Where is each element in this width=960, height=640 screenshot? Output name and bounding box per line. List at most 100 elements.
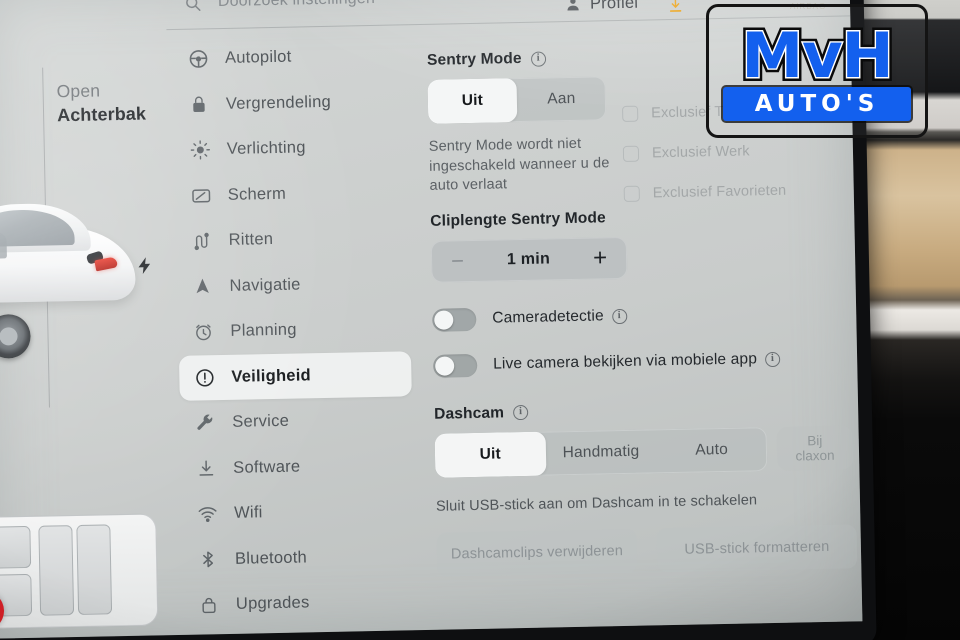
sidebar-item-label: Scherm <box>227 184 287 204</box>
dashcam-controls: Uit Handmatig Auto Bij claxon <box>434 424 856 478</box>
sidebar-item-label: Software <box>233 457 301 477</box>
dashcam-option-handmatig[interactable]: Handmatig <box>545 429 657 475</box>
dashcam-extra-line1: Bij <box>807 432 823 448</box>
wifi-icon <box>196 503 218 525</box>
dashcam-title: Dashcam <box>433 403 505 423</box>
live-camera-label: Live camera bekijken via mobiele app <box>493 350 758 373</box>
sidebar-item-label: Verlichting <box>226 138 306 159</box>
clip-length-stepper[interactable]: − 1 min + <box>430 236 628 283</box>
sidebar-item-scherm[interactable]: Scherm <box>175 169 408 219</box>
navigation-arrow-icon <box>191 275 213 297</box>
sidebar-item-ritten[interactable]: Ritten <box>176 214 409 264</box>
sidebar-item-wifi[interactable]: Wifi <box>182 487 415 537</box>
info-icon[interactable]: i <box>611 308 627 324</box>
checkbox[interactable] <box>622 105 639 122</box>
bag-icon <box>198 594 220 616</box>
lock-icon <box>188 93 210 115</box>
sidebar-item-veiligheid[interactable]: Veiligheid <box>178 350 412 401</box>
watermark-subtitle: AUTO'S <box>754 91 880 117</box>
exclusion-row-favorieten[interactable]: Exclusief Favorieten <box>623 169 854 214</box>
sidebar-item-label: Upgrades <box>235 593 310 614</box>
seat-rear-right <box>76 524 113 615</box>
stepper-decrement-button[interactable]: − <box>451 248 464 273</box>
camera-detection-label: Cameradetectie <box>492 307 604 327</box>
live-camera-row[interactable]: Live camera bekijken via mobiele app i <box>432 346 853 378</box>
sidebar-item-bluetooth[interactable]: Bluetooth <box>183 533 416 583</box>
seat-front-right <box>0 573 33 617</box>
live-camera-label-group: Live camera bekijken via mobiele app i <box>493 350 781 374</box>
route-icon <box>190 230 212 252</box>
camera-detection-label-group: Cameradetectie i <box>492 307 627 328</box>
sidebar-item-vergrendeling[interactable]: Vergrendeling <box>173 78 406 128</box>
steering-wheel-icon <box>187 48 209 70</box>
sentry-mode-segmented-control[interactable]: Uit Aan <box>427 76 607 124</box>
sidebar-item-service[interactable]: Service <box>180 396 413 446</box>
seat-rear-left <box>38 525 75 616</box>
sidebar-item-label: Planning <box>230 320 297 341</box>
trunk-status-label: Open <box>56 80 101 102</box>
display-icon <box>190 184 212 206</box>
search-placeholder: Doorzoek instellingen <box>218 0 376 11</box>
exclusion-label: Exclusief Werk <box>651 143 750 162</box>
clip-length-title: Cliplengte Sentry Mode <box>430 208 606 230</box>
sidebar-item-planning[interactable]: Planning <box>178 305 411 355</box>
camera-detection-toggle[interactable] <box>432 307 477 332</box>
alert-circle-icon <box>193 366 215 388</box>
checkbox[interactable] <box>622 145 640 162</box>
download-icon[interactable] <box>667 0 684 15</box>
dashcam-usb-hint: Sluit USB-stick aan om Dashcam in te sch… <box>435 491 758 515</box>
car-illustration[interactable] <box>0 199 171 359</box>
dashcam-extra-line2: claxon <box>795 447 835 464</box>
info-icon[interactable]: i <box>530 50 546 67</box>
sidebar-item-verlichting[interactable]: Verlichting <box>174 123 407 173</box>
clock-icon <box>192 321 214 343</box>
profile-label: Profiel <box>589 0 639 13</box>
settings-sidebar: Autopilot Vergrendeling Verlichting Sche… <box>173 32 417 628</box>
sentry-mode-title: Sentry Mode <box>426 49 522 69</box>
sentry-mode-note: Sentry Mode wordt niet ingeschakeld wann… <box>428 135 610 194</box>
stepper-value: 1 min <box>506 249 551 268</box>
sidebar-item-navigatie[interactable]: Navigatie <box>177 260 410 310</box>
profile-button[interactable]: Profiel <box>565 0 639 14</box>
checkbox[interactable] <box>623 185 640 202</box>
bluetooth-icon <box>197 548 219 570</box>
sidebar-item-label: Navigatie <box>229 275 301 295</box>
lightning-bolt-icon <box>135 253 155 277</box>
search-icon <box>184 0 202 13</box>
stepper-increment-button[interactable]: + <box>593 244 608 271</box>
sidebar-item-label: Vergrendeling <box>225 92 332 113</box>
interior-seats-graphic <box>0 499 173 639</box>
sidebar-item-upgrades[interactable]: Upgrades <box>184 578 417 628</box>
dashcam-option-auto[interactable]: Auto <box>656 427 768 473</box>
dashcam-heading: Dashcam i <box>434 397 854 423</box>
dashcam-option-uit[interactable]: Uit <box>434 431 547 478</box>
watermark-subtitle-bar: AUTO'S <box>723 87 911 121</box>
download-icon <box>195 457 217 479</box>
sidebar-item-label: Service <box>232 411 290 432</box>
live-camera-toggle[interactable] <box>432 353 478 378</box>
camera-detection-row[interactable]: Cameradetectie i <box>432 300 852 332</box>
dashcam-option-bij-claxon[interactable]: Bij claxon <box>776 424 854 471</box>
dashcam-buttons: Dashcamclips verwijderen USB-stick forma… <box>436 524 858 577</box>
seat-front-left <box>0 525 32 569</box>
sidebar-item-label: Veiligheid <box>231 366 312 386</box>
format-usb-button[interactable]: USB-stick formatteren <box>656 524 858 573</box>
watermark-brand: MvH <box>741 19 893 92</box>
sidebar-item-software[interactable]: Software <box>181 442 414 492</box>
dashcam-segmented-control[interactable]: Uit Handmatig Auto <box>434 426 768 478</box>
trunk-status-value: Achterbak <box>56 103 147 126</box>
info-icon[interactable]: i <box>764 351 781 367</box>
sidebar-item-label: Ritten <box>228 230 274 250</box>
delete-dashcam-clips-button[interactable]: Dashcamclips verwijderen <box>436 528 638 577</box>
sentry-option-uit[interactable]: Uit <box>427 78 518 124</box>
exclusion-label: Exclusief Favorieten <box>652 182 787 202</box>
sentry-option-aan[interactable]: Aan <box>516 76 606 122</box>
sidebar-item-label: Bluetooth <box>234 548 308 568</box>
sidebar-item-autopilot[interactable]: Autopilot <box>173 32 406 82</box>
info-icon[interactable]: i <box>512 404 529 421</box>
person-icon <box>565 0 581 13</box>
car-wheel <box>0 313 31 359</box>
watermark-logo: MvH MvH MvH AUTO'S <box>706 4 928 138</box>
wrench-icon <box>194 412 216 434</box>
photo-background: Open Achterbak Profiel Autopilot Vergren… <box>0 0 960 640</box>
